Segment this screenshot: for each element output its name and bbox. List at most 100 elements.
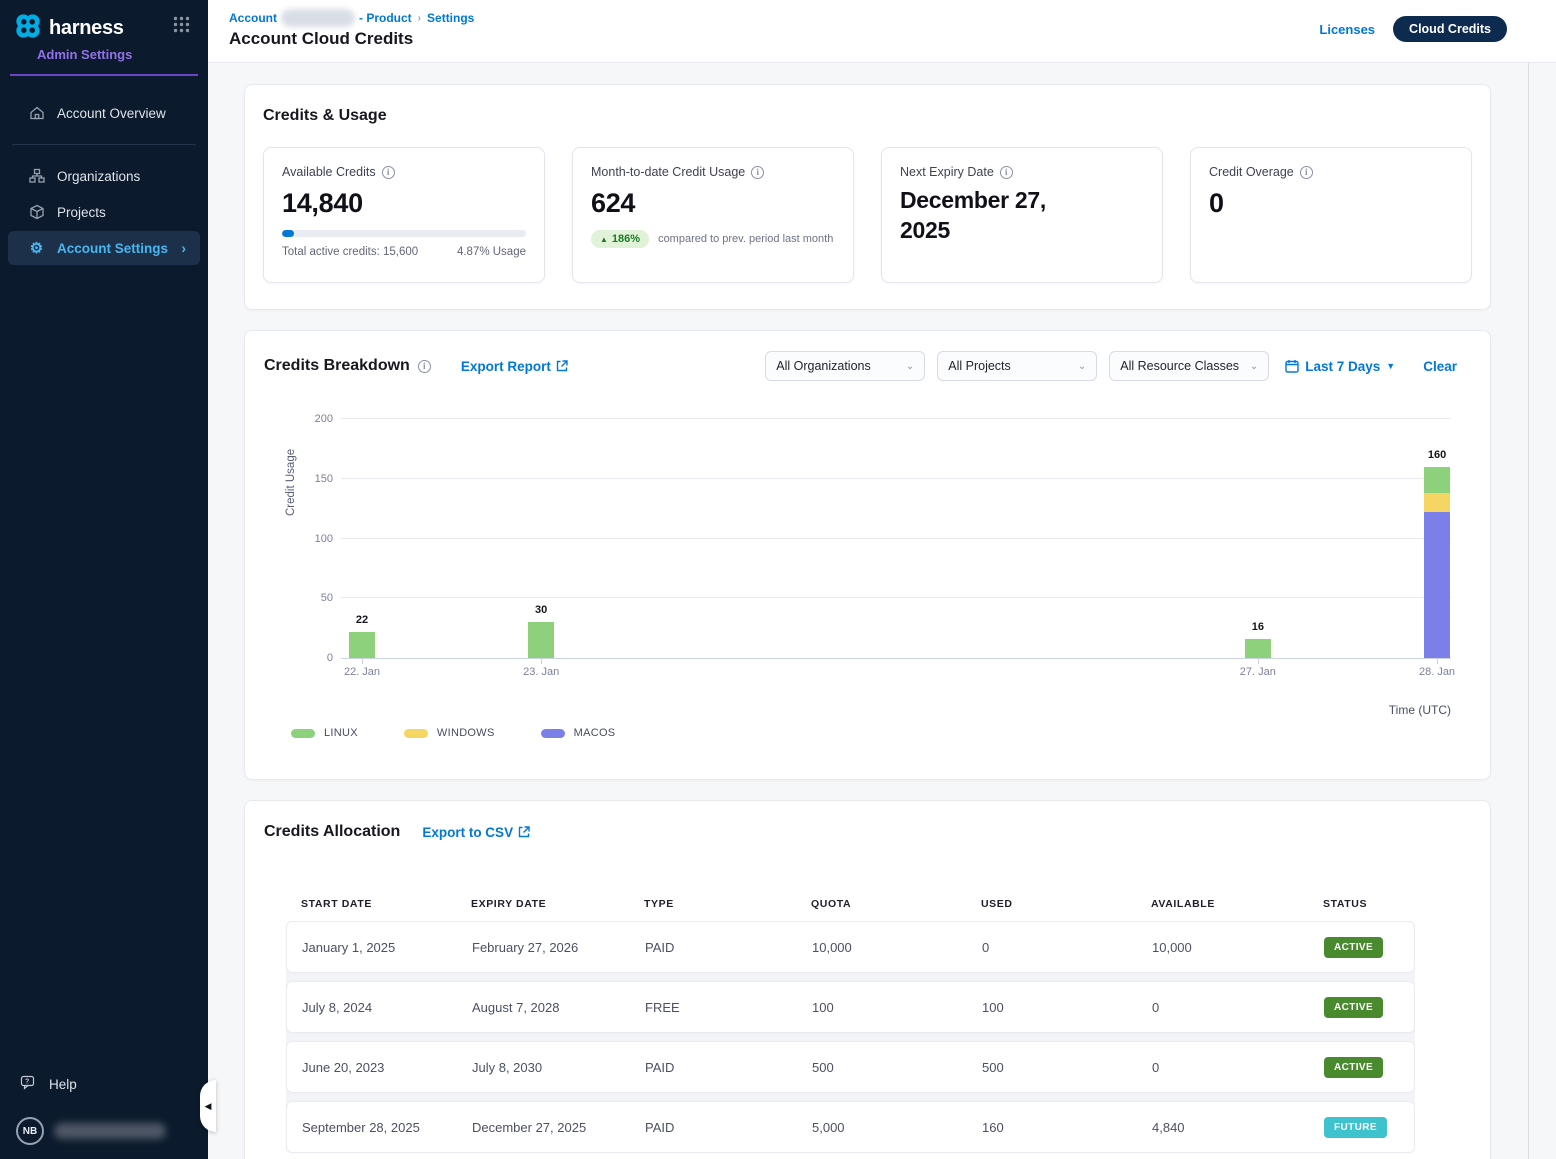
export-report-link[interactable]: Export Report	[461, 359, 568, 374]
card-label: Credit Overage	[1209, 165, 1294, 179]
col-type: TYPE	[629, 898, 796, 910]
credit-overage-card: Credit Overagei 0	[1190, 147, 1472, 283]
chart-legend: LINUX WINDOWS MACOS	[291, 727, 615, 739]
legend-item-windows[interactable]: WINDOWS	[404, 727, 495, 739]
bar-segment-linux[interactable]	[1424, 467, 1450, 493]
x-axis-label: Time (UTC)	[1389, 703, 1451, 717]
help-chat-icon: ?	[20, 1075, 38, 1094]
legend-label: WINDOWS	[437, 727, 495, 739]
app-grid-icon[interactable]	[173, 16, 190, 38]
card-label: Available Credits	[282, 165, 376, 179]
y-tick-label: 50	[295, 592, 333, 604]
avatar[interactable]: NB	[16, 1117, 44, 1145]
cube-icon	[28, 204, 45, 220]
sidebar-item-label: Account Overview	[57, 106, 166, 121]
sidebar-item-label: Account Settings	[57, 241, 168, 256]
table-header-row: START DATE EXPIRY DATE TYPE QUOTA USED A…	[286, 887, 1415, 921]
chevron-down-icon: ⌄	[1250, 361, 1258, 372]
sidebar-bottom: ? Help NB	[0, 1067, 208, 1159]
y-tick-label: 200	[295, 413, 333, 425]
card-label: Month-to-date Credit Usage	[591, 165, 745, 179]
info-icon[interactable]: i	[1000, 166, 1013, 179]
legend-item-linux[interactable]: LINUX	[291, 727, 358, 739]
info-icon[interactable]: i	[418, 360, 431, 373]
bar-total-label: 160	[1407, 449, 1467, 461]
x-tick-label: 27. Jan	[1223, 666, 1293, 678]
export-csv-link[interactable]: Export to CSV	[422, 825, 530, 840]
usage-percent: 4.87% Usage	[457, 246, 526, 258]
legend-swatch	[291, 729, 315, 738]
org-filter-select[interactable]: All Organizations⌄	[765, 351, 925, 381]
usage-progress-fill	[282, 230, 294, 237]
sidebar-item-account-settings[interactable]: ⚙ Account Settings ›	[8, 231, 200, 265]
table-row[interactable]: June 20, 2023July 8, 2030PAID5005000 ACT…	[286, 1041, 1415, 1093]
status-badge: ACTIVE	[1324, 997, 1383, 1018]
svg-text:?: ?	[25, 1078, 29, 1085]
page-title: Account Cloud Credits	[229, 29, 413, 49]
bar-segment-windows[interactable]	[1424, 493, 1450, 512]
available-credits-card: Available Creditsi 14,840 Total active c…	[263, 147, 545, 283]
arrow-up-icon: ▲	[600, 235, 608, 244]
sidebar-collapse-handle[interactable]: ◀	[200, 1080, 216, 1132]
delta-note: compared to prev. period last month	[658, 233, 833, 245]
credits-allocation-title: Credits Allocation	[264, 823, 400, 841]
info-icon[interactable]: i	[751, 166, 764, 179]
project-filter-select[interactable]: All Projects⌄	[937, 351, 1097, 381]
legend-label: LINUX	[324, 727, 358, 739]
gridline	[341, 597, 1451, 598]
credits-breakdown-title: Credits Breakdown	[264, 357, 410, 375]
sidebar-item-organizations[interactable]: Organizations	[8, 159, 200, 193]
calendar-icon	[1285, 359, 1299, 373]
mtd-usage-card: Month-to-date Credit Usagei 624 ▲186% co…	[572, 147, 854, 283]
table-row[interactable]: July 8, 2024August 7, 2028FREE1001000 AC…	[286, 981, 1415, 1033]
chevron-down-icon: ⌄	[906, 361, 914, 372]
legend-swatch	[404, 729, 428, 738]
legend-item-macos[interactable]: MACOS	[541, 727, 616, 739]
table-row[interactable]: September 28, 2025December 27, 2025PAID5…	[286, 1101, 1415, 1153]
breadcrumb-account-link[interactable]: Account	[229, 11, 277, 25]
sidebar-divider	[12, 144, 196, 145]
info-icon[interactable]: i	[382, 166, 395, 179]
bar-segment-linux[interactable]	[1245, 639, 1271, 658]
sidebar-item-projects[interactable]: Projects	[8, 195, 200, 229]
gear-icon: ⚙	[28, 239, 45, 257]
licenses-link[interactable]: Licenses	[1319, 22, 1375, 37]
bar-segment-linux[interactable]	[349, 632, 375, 658]
credits-usage-panel: Credits & Usage Available Credits i 14,84…	[244, 84, 1491, 310]
organizations-icon	[28, 168, 45, 184]
sidebar-item-account-overview[interactable]: Account Overview	[8, 96, 200, 130]
sidebar: harness Admin Settings Account Overview	[0, 0, 208, 1159]
bar-total-label: 30	[511, 604, 571, 616]
cloud-credits-button[interactable]: Cloud Credits	[1393, 16, 1507, 42]
credits-usage-title: Credits & Usage	[263, 107, 1472, 125]
available-credits-value: 14,840	[282, 188, 526, 219]
breadcrumb-product-link[interactable]: - Product	[359, 11, 412, 25]
allocation-table: START DATE EXPIRY DATE TYPE QUOTA USED A…	[286, 887, 1415, 1153]
table-row[interactable]: January 1, 2025February 27, 2026PAID10,0…	[286, 921, 1415, 973]
bar-segment-macos[interactable]	[1424, 512, 1450, 658]
breadcrumb-separator-icon: ›	[418, 13, 421, 24]
breadcrumb-redacted	[281, 9, 355, 27]
status-badge: ACTIVE	[1324, 937, 1383, 958]
sidebar-header: harness Admin Settings	[10, 0, 198, 76]
gridline	[341, 478, 1451, 479]
help-button[interactable]: ? Help	[0, 1067, 208, 1101]
mtd-usage-value: 624	[591, 188, 835, 219]
external-link-icon	[556, 360, 568, 372]
date-range-picker[interactable]: Last 7 Days ▼	[1285, 359, 1395, 374]
x-tick-mark	[1258, 659, 1259, 664]
info-icon[interactable]: i	[1300, 166, 1313, 179]
usage-progress-bar	[282, 230, 526, 237]
clear-filters-button[interactable]: Clear	[1423, 359, 1457, 374]
legend-label: MACOS	[574, 727, 616, 739]
col-available: AVAILABLE	[1136, 898, 1308, 910]
bar-segment-linux[interactable]	[528, 622, 554, 658]
gridline	[341, 418, 1451, 419]
status-badge: FUTURE	[1324, 1117, 1387, 1138]
user-account-row[interactable]: NB	[0, 1117, 208, 1145]
card-label: Next Expiry Date	[900, 165, 994, 179]
y-tick-label: 0	[295, 652, 333, 664]
resource-class-filter-select[interactable]: All Resource Classes⌄	[1109, 351, 1269, 381]
breadcrumb-settings-link[interactable]: Settings	[427, 11, 474, 25]
legend-swatch	[541, 729, 565, 738]
